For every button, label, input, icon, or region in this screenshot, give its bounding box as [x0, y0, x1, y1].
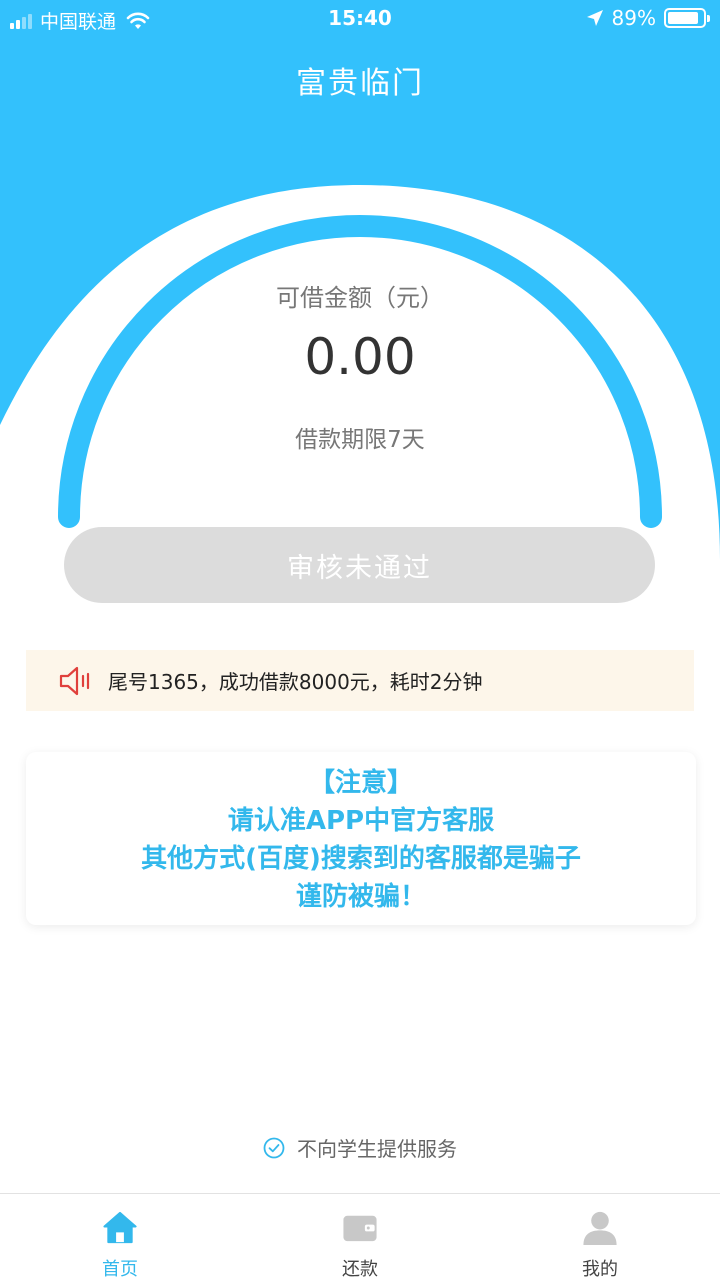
warning-line: 谨防被骗！: [295, 882, 426, 912]
available-amount-label: 可借金额（元）: [276, 284, 444, 312]
notice-bar: 尾号1365，成功借款8000元，耗时2分钟: [26, 650, 694, 711]
no-students-note: 不向学生提供服务: [0, 1133, 720, 1162]
available-amount-value: 0.00: [304, 328, 416, 386]
tab-home[interactable]: 首页: [0, 1194, 240, 1281]
battery-percent: 89%: [611, 6, 656, 30]
anti-fraud-warning-card: 【注意】 请认准APP中官方客服 其他方式(百度)搜索到的客服都是骗子 谨防被骗…: [26, 752, 696, 925]
speaker-icon: [59, 666, 90, 695]
page-title: 富贵临门: [296, 66, 424, 101]
battery-fill: [668, 12, 699, 24]
warning-line: 请认准APP中官方客服: [227, 806, 495, 836]
review-status-button[interactable]: 审核未通过: [64, 527, 655, 603]
tab-bar: 首页 还款 我的: [0, 1193, 720, 1281]
no-students-text: 不向学生提供服务: [297, 1137, 457, 1161]
tab-repay[interactable]: 还款: [240, 1194, 480, 1281]
battery-icon: [664, 8, 710, 28]
tab-mine-label: 我的: [582, 1259, 618, 1280]
loan-term: 借款期限7天: [295, 427, 425, 453]
wallet-icon: [343, 1215, 377, 1242]
tab-mine[interactable]: 我的: [480, 1194, 720, 1281]
status-bar: 中国联通 15:40 89%: [0, 0, 720, 38]
tab-home-label: 首页: [102, 1259, 138, 1280]
notice-text: 尾号1365，成功借款8000元，耗时2分钟: [108, 670, 483, 694]
check-circle-icon: [263, 1137, 285, 1158]
home-icon: [103, 1211, 137, 1244]
warning-title: 【注意】: [308, 768, 413, 798]
tab-repay-label: 还款: [342, 1259, 378, 1280]
warning-line: 其他方式(百度)搜索到的客服都是骗子: [141, 844, 581, 874]
location-arrow-icon: [586, 10, 603, 26]
user-icon: [583, 1211, 617, 1246]
